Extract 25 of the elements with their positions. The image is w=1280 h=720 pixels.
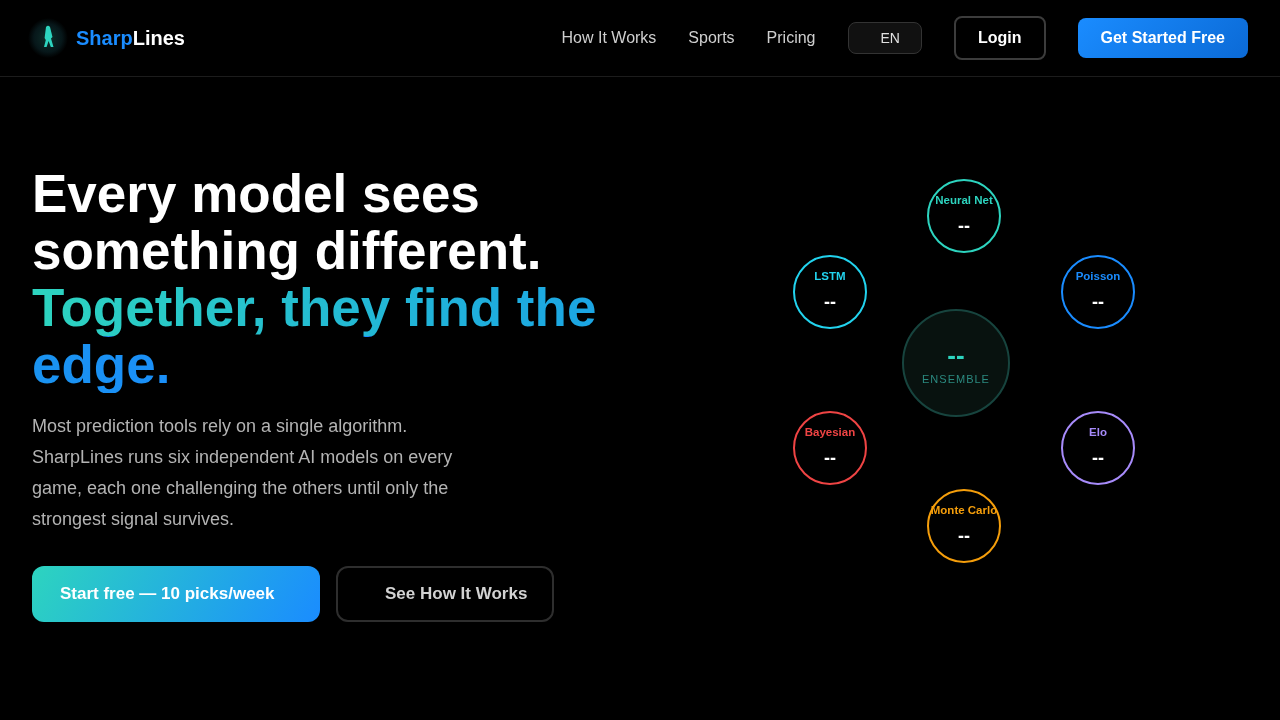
model-name: LSTM [814, 269, 846, 283]
ensemble-value: -- [947, 340, 965, 369]
model-value: -- [958, 216, 970, 236]
logo-icon [28, 18, 68, 58]
model-name: Elo [1089, 425, 1107, 439]
login-button[interactable]: Login [953, 16, 1046, 60]
language-button[interactable]: EN [847, 22, 922, 54]
model-name: Poisson [1075, 269, 1121, 283]
see-how-it-works-button[interactable]: See How It Works [336, 566, 554, 622]
model-value: -- [1092, 448, 1104, 468]
model-value: -- [824, 292, 836, 312]
model-value: -- [824, 448, 836, 468]
model-name: Bayesian [804, 425, 856, 439]
get-started-button[interactable]: Get Started Free [1077, 18, 1248, 58]
nav-link[interactable]: How It Works [561, 29, 657, 47]
hero-description: Most prediction tools rely on a single algorithm. SharpLines runs six independent AI models on every game, each one challenging the others until only the strongest signal survives. [32, 415, 454, 531]
ensemble-label: ENSEMBLE [922, 371, 990, 386]
nav-link[interactable]: Sports [688, 29, 735, 47]
model-value: -- [1092, 292, 1104, 312]
hero-headline: Every model sees something different. [32, 165, 543, 279]
brand-name: SharpLines [76, 26, 185, 50]
model-name: Neural Net [935, 193, 993, 207]
model-value: -- [958, 526, 970, 546]
model-name: Monte Carlo [930, 503, 998, 517]
nav-link[interactable]: Pricing [766, 29, 816, 47]
